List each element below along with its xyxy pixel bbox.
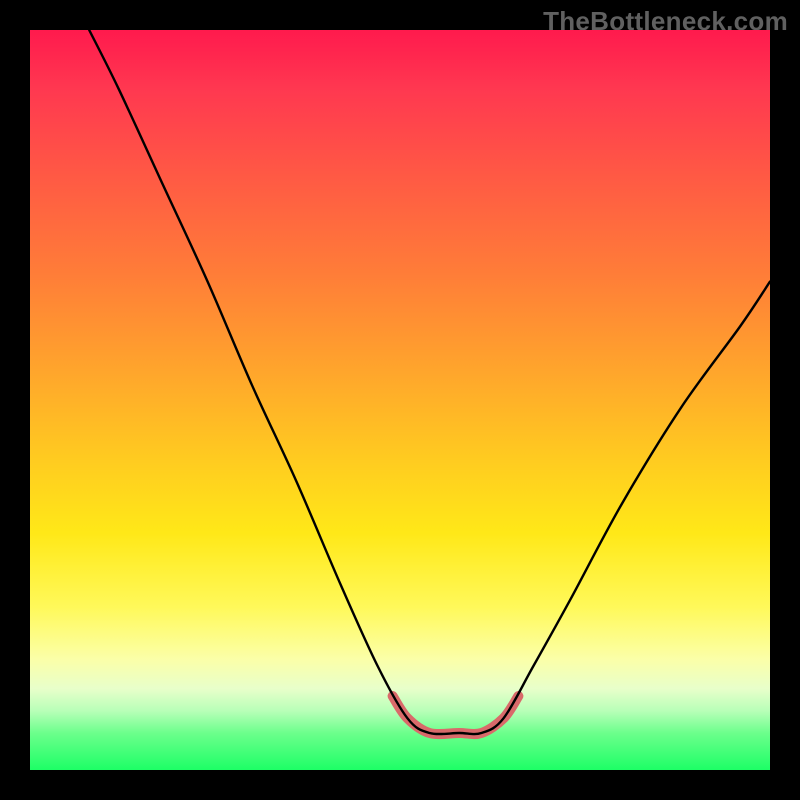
- main-curve: [89, 30, 770, 734]
- chart-frame: TheBottleneck.com: [0, 0, 800, 800]
- valley-highlight: [393, 696, 519, 734]
- plot-area: [30, 30, 770, 770]
- curve-layer: [30, 30, 770, 770]
